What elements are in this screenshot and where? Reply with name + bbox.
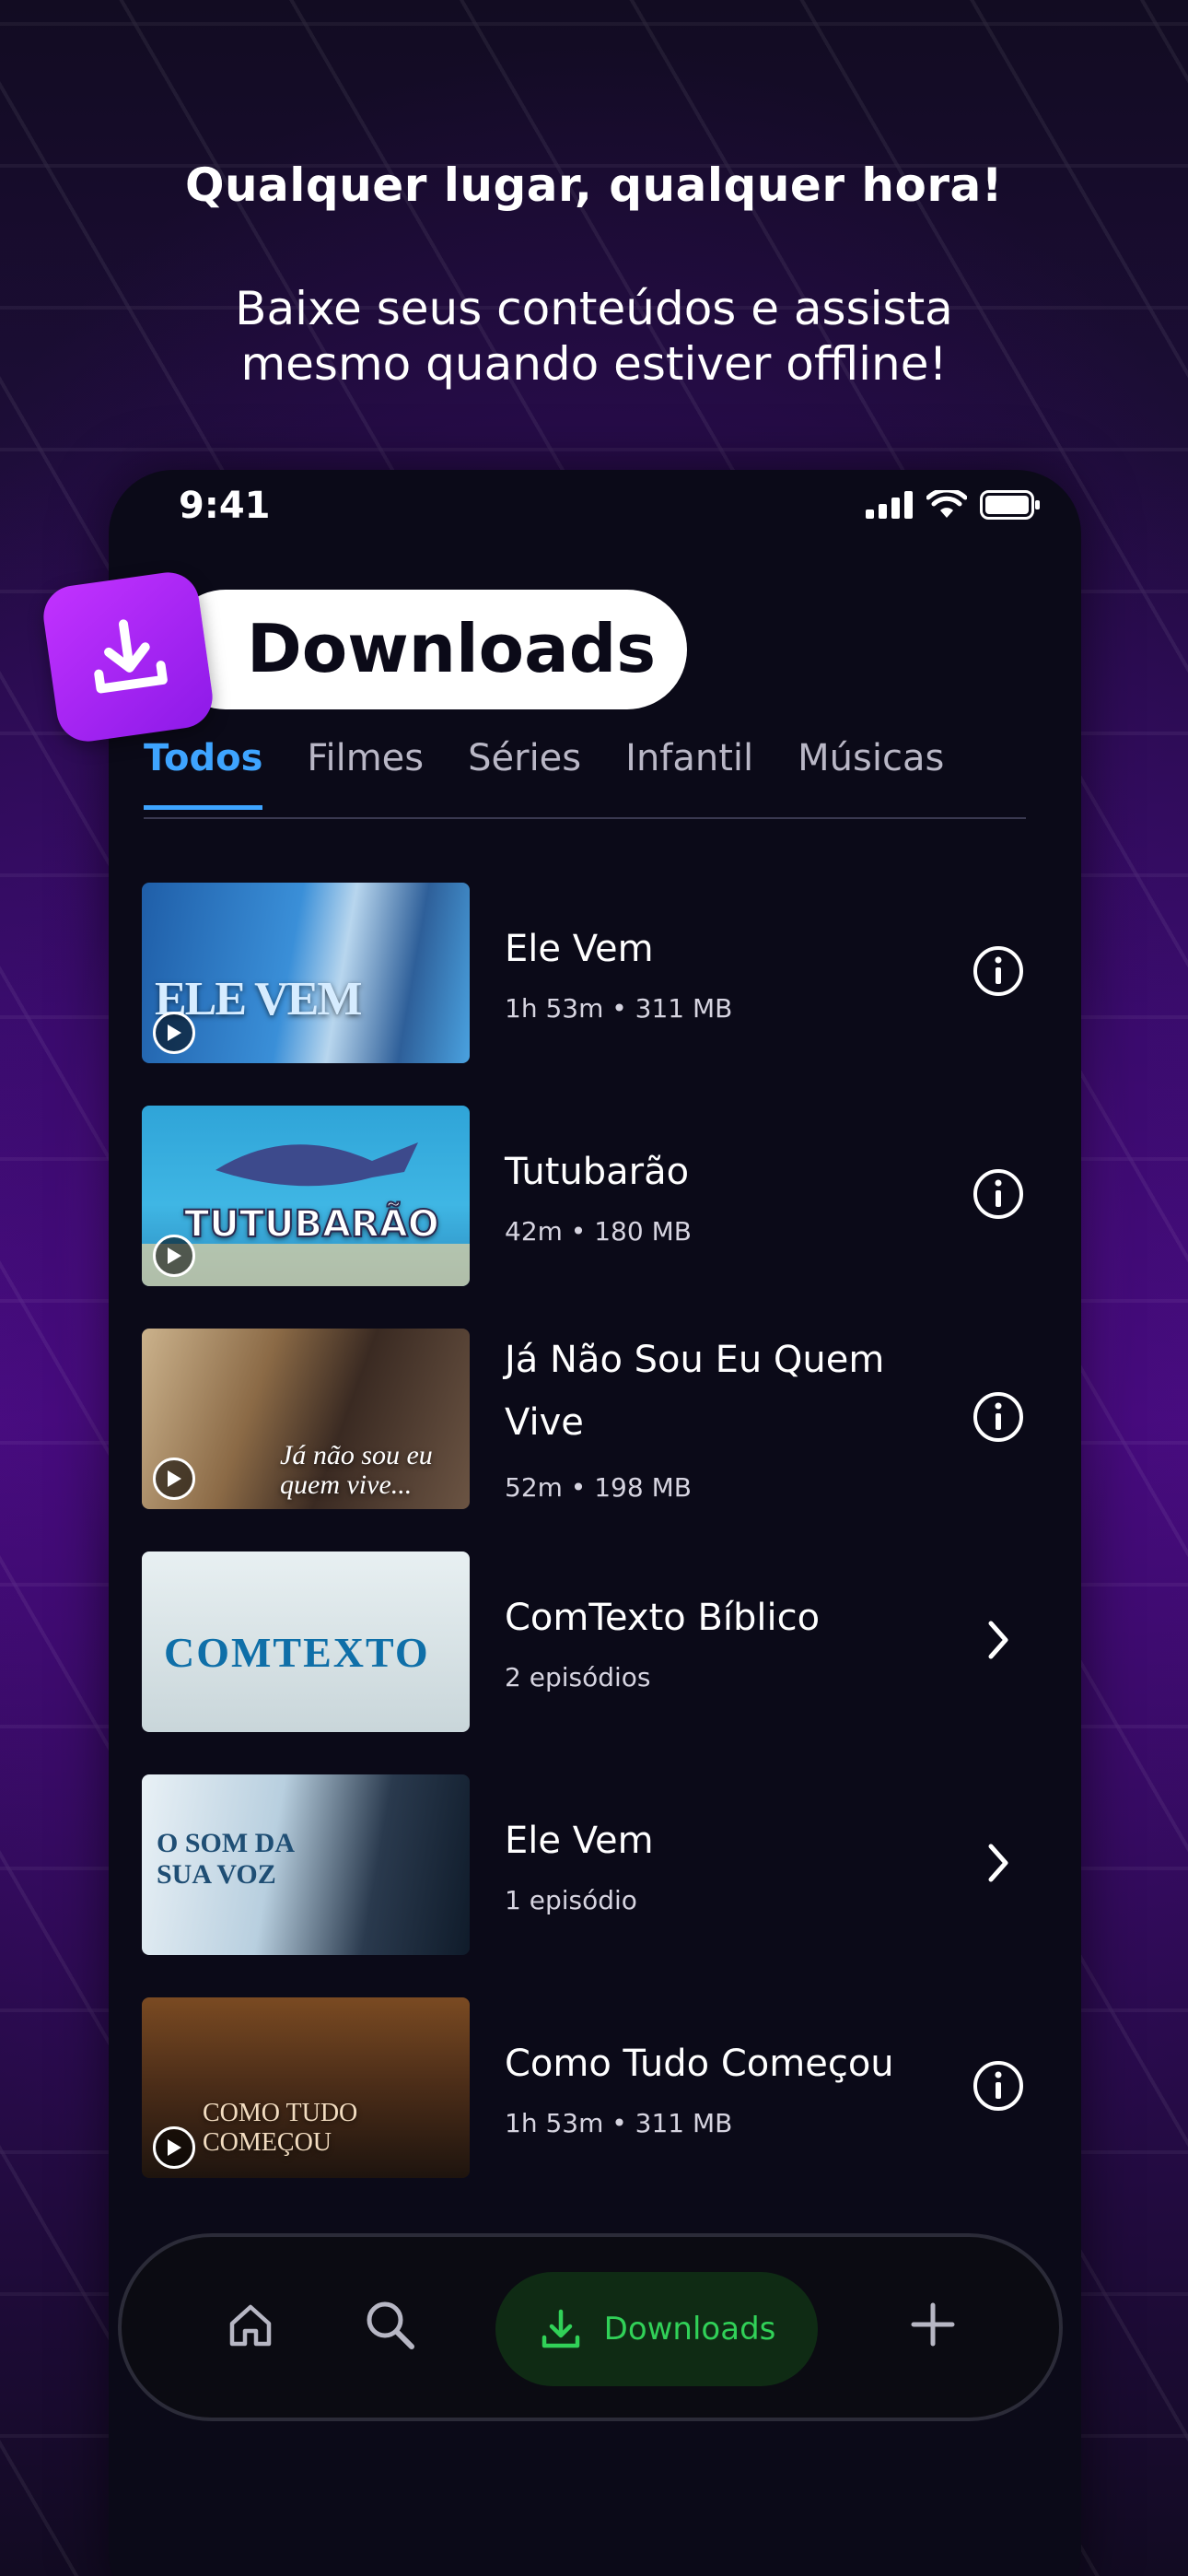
download-badge: [39, 568, 217, 746]
item-meta: 1h 53m • 311 MB: [505, 2108, 733, 2138]
thumbnail-title: COMO TUDO COMEÇOU: [203, 2099, 358, 2157]
bottom-nav: Downloads: [118, 2233, 1063, 2421]
play-icon[interactable]: [153, 1458, 195, 1500]
item-title: Ele Vem: [505, 1820, 654, 1862]
thumbnail-title: TUTUBARÃO: [183, 1202, 440, 1247]
chevron-right-icon[interactable]: [971, 1835, 1026, 1891]
status-time: 9:41: [179, 485, 271, 527]
info-icon[interactable]: [971, 1389, 1026, 1445]
nav-downloads-button[interactable]: Downloads: [495, 2272, 818, 2386]
tab-todos[interactable]: Todos: [144, 737, 263, 810]
thumbnail: COMO TUDO COMEÇOU: [142, 1997, 470, 2178]
chevron-right-icon[interactable]: [971, 1612, 1026, 1668]
tab-filmes[interactable]: Filmes: [307, 737, 424, 810]
search-icon[interactable]: [361, 2296, 418, 2357]
item-meta: 2 episódios: [505, 1662, 651, 1692]
battery-icon: [980, 490, 1040, 520]
thumbnail: Já não sou eu quem vive...: [142, 1329, 470, 1509]
info-icon[interactable]: [971, 2058, 1026, 2113]
info-icon[interactable]: [971, 943, 1026, 999]
tabs-divider: [144, 817, 1026, 819]
thumbnail: TUTUBARÃO: [142, 1106, 470, 1286]
item-title: Já Não Sou Eu Quem Vive: [505, 1339, 885, 1444]
hero-subtitle-line1: Baixe seus conteúdos e assista: [235, 282, 953, 335]
item-meta: 1h 53m • 311 MB: [505, 993, 733, 1024]
downloads-header-pill: Downloads: [166, 590, 687, 709]
tab-infantil[interactable]: Infantil: [625, 737, 753, 810]
info-icon[interactable]: [971, 1166, 1026, 1222]
item-meta: 52m • 198 MB: [505, 1472, 692, 1503]
list-item[interactable]: ELE VEM Ele Vem 1h 53m • 311 MB: [142, 883, 1026, 1106]
tab-series[interactable]: Séries: [468, 737, 581, 810]
list-item[interactable]: O SOM DA SUA VOZ Ele Vem 1 episódio: [142, 1774, 1026, 1997]
play-icon[interactable]: [153, 1012, 195, 1054]
thumbnail-title: O SOM DA SUA VOZ: [157, 1828, 294, 1890]
list-item[interactable]: COMTEXTO ComTexto Bíblico 2 episódios: [142, 1551, 1026, 1774]
item-meta: 42m • 180 MB: [505, 1216, 692, 1247]
download-icon: [94, 619, 168, 694]
wifi-icon: [926, 490, 967, 518]
item-title: Como Tudo Começou: [505, 2043, 894, 2085]
hero-title: Qualquer lugar, qualquer hora!: [184, 158, 1004, 212]
play-icon[interactable]: [153, 2126, 195, 2169]
category-tabs: Todos Filmes Séries Infantil Músicas: [144, 737, 944, 810]
downloads-list: ELE VEM Ele Vem 1h 53m • 311 MB TUTUBARÃ…: [142, 883, 1026, 2220]
play-icon[interactable]: [153, 1235, 195, 1277]
thumbnail: O SOM DA SUA VOZ: [142, 1774, 470, 1955]
item-meta: 1 episódio: [505, 1885, 637, 1915]
hero-subtitle-line2: mesmo quando estiver offline!: [240, 337, 948, 391]
page-title: Downloads: [247, 610, 657, 687]
thumbnail-title: COMTEXTO: [164, 1629, 430, 1676]
hero-subtitle: Baixe seus conteúdos e assista mesmo qua…: [0, 281, 1188, 392]
nav-downloads-label: Downloads: [603, 2311, 776, 2348]
thumbnail: COMTEXTO: [142, 1551, 470, 1732]
list-item[interactable]: COMO TUDO COMEÇOU Como Tudo Começou 1h 5…: [142, 1997, 1026, 2220]
thumbnail: ELE VEM: [142, 883, 470, 1063]
download-icon: [542, 2309, 579, 2348]
item-title: Tutubarão: [505, 1151, 690, 1193]
signal-icon: [866, 491, 913, 519]
plus-icon[interactable]: [906, 2298, 960, 2355]
tab-musicas[interactable]: Músicas: [798, 737, 944, 810]
status-icons: [866, 490, 1041, 520]
item-title: ComTexto Bíblico: [505, 1597, 821, 1639]
home-icon[interactable]: [223, 2298, 278, 2357]
thumbnail-title: Já não sou eu quem vive...: [280, 1440, 433, 1500]
item-title: Ele Vem: [505, 928, 654, 970]
list-item[interactable]: Já não sou eu quem vive... Já Não Sou Eu…: [142, 1329, 1026, 1551]
list-item[interactable]: TUTUBARÃO Tutubarão 42m • 180 MB: [142, 1106, 1026, 1329]
